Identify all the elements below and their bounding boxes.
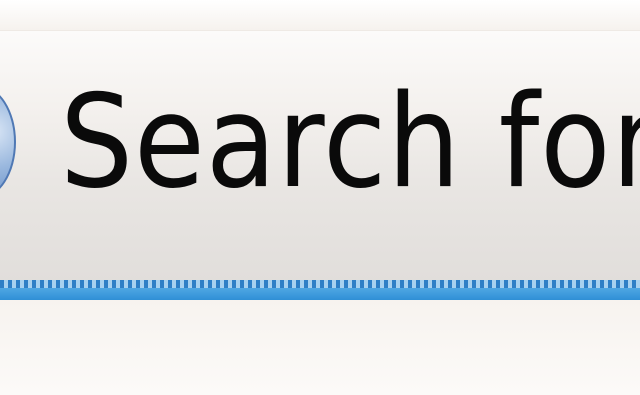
menu-item-label: Search for Upd (60, 68, 640, 217)
zoomed-menu-view: Search for Upd (0, 0, 640, 395)
top-spacer (0, 0, 640, 30)
focus-dotted-line (0, 280, 640, 288)
update-globe-icon (0, 85, 16, 199)
search-for-updates-menu-item[interactable]: Search for Upd (0, 30, 640, 281)
bottom-spacer (0, 300, 640, 395)
selection-underline (0, 288, 640, 300)
